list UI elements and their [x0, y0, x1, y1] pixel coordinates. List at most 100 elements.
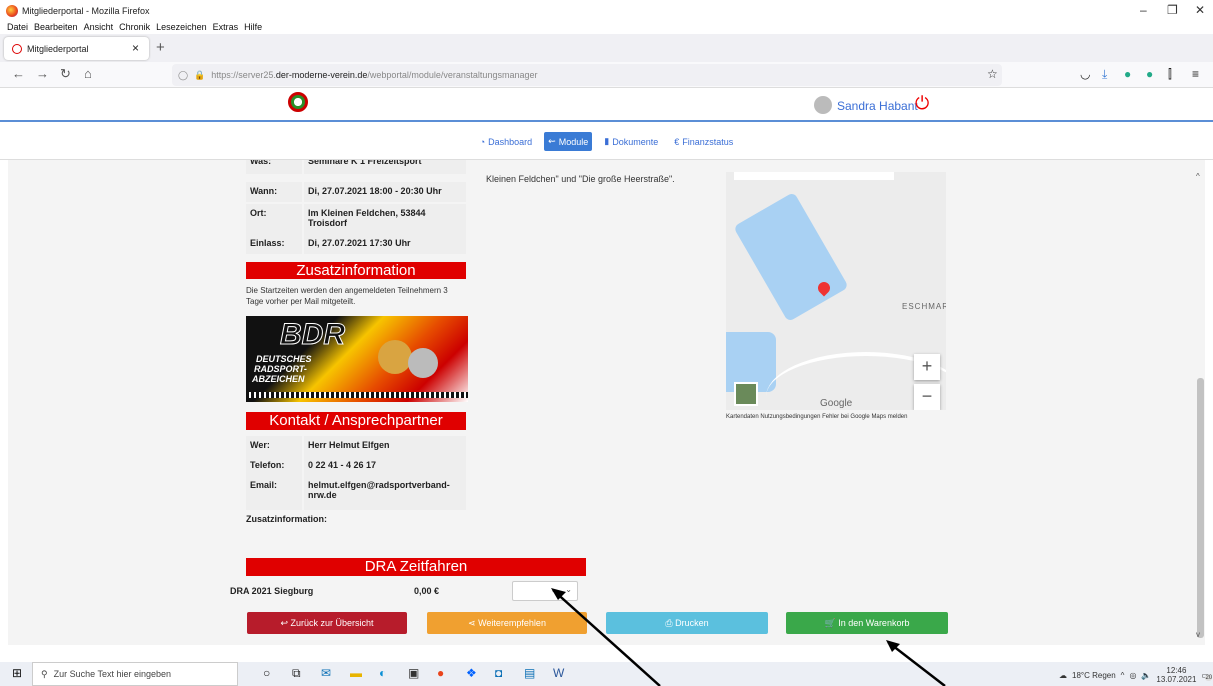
event-row-partial: Was: Seminare K 1 Freizeitsport	[246, 160, 466, 174]
logout-power-icon[interactable]: ⏻	[915, 93, 929, 114]
share-icon: ⋖	[468, 618, 479, 628]
site-logo[interactable]	[288, 92, 308, 112]
event-row-einlass: Einlass: Di, 27.07.2021 17:30 Uhr	[246, 234, 466, 254]
maximize-icon[interactable]: ❐	[1167, 3, 1178, 17]
window-titlebar: Mitgliederportal - Mozilla Firefox – ❐ ✕	[0, 0, 1213, 22]
menu-item-extras[interactable]: Extras	[213, 22, 239, 34]
home-icon[interactable]: ⌂	[84, 66, 92, 81]
dashboard-icon: ◔	[479, 136, 486, 147]
kontakt-header: Kontakt / Ansprechpartner	[246, 412, 466, 430]
site-header: Sandra Habant ⏻	[0, 88, 1213, 122]
firefox-taskbar-icon[interactable]: ●	[437, 666, 444, 680]
weather-icon: ☁	[1059, 670, 1067, 680]
tab-favicon-icon	[12, 43, 22, 54]
print-button[interactable]: ⎙ Drucken	[606, 612, 768, 634]
tab-close-icon[interactable]: ×	[132, 41, 139, 55]
volume-icon[interactable]: 🔈	[1141, 671, 1151, 680]
kontakt-row-wer: Wer: Herr Helmut Elfgen	[246, 436, 466, 456]
avatar[interactable]	[814, 96, 832, 114]
download-icon[interactable]: ⤓	[1102, 67, 1107, 82]
back-arrow-icon[interactable]: ←	[12, 66, 25, 81]
menu-item-bearbeiten[interactable]: Bearbeiten	[34, 22, 78, 34]
scrollbar[interactable]: ^ v	[1196, 168, 1205, 639]
mail-app-icon[interactable]: ✉	[321, 666, 331, 680]
menu-item-hilfe[interactable]: Hilfe	[244, 22, 262, 34]
outlook-app-icon[interactable]: ◘	[495, 666, 502, 680]
new-tab-icon[interactable]: +	[156, 39, 165, 56]
bdr-logo-line-1: DEUTSCHES	[256, 354, 312, 364]
scroll-up-icon[interactable]: ^	[1196, 172, 1200, 181]
recommend-button[interactable]: ⋖ Weiterempfehlen	[427, 612, 587, 634]
store-icon[interactable]: ▣	[408, 666, 419, 680]
explorer-icon[interactable]: ▬	[350, 666, 362, 680]
bdr-logo-line-2: RADSPORT-	[254, 364, 307, 374]
bookmark-star-icon[interactable]: ☆	[987, 67, 998, 81]
map-zoom-in-icon[interactable]: +	[914, 354, 940, 380]
print-icon: ⎙	[665, 618, 676, 628]
menu-item-ansicht[interactable]: Ansicht	[84, 22, 114, 34]
back-to-overview-button[interactable]: ↩ Zurück zur Übersicht	[247, 612, 407, 634]
main-nav: ◔ Dashboard ⇜ Module ▮ Dokumente € Finanzsta…	[0, 124, 1213, 160]
nav-dashboard[interactable]: ◔ Dashboard	[476, 133, 536, 151]
navigation-toolbar: ← → ↻ ⌂ ◯ 🔒 https://server25.der-moderne…	[0, 62, 1213, 88]
browser-tab[interactable]: Mitgliederportal ×	[4, 37, 149, 60]
url-bar[interactable]: ◯ 🔒 https://server25.der-moderne-verein.…	[172, 64, 1002, 86]
hamburger-menu-icon[interactable]: ≡	[1192, 67, 1199, 81]
add-to-cart-button[interactable]: 🛒 In den Warenkorb	[786, 612, 948, 634]
windows-start-icon[interactable]: ⊞	[12, 666, 22, 680]
notification-icon[interactable]: ▭20	[1201, 671, 1213, 681]
bdr-logo-text: BDR	[280, 318, 346, 352]
clock[interactable]: 12:46 13.07.2021	[1156, 666, 1196, 684]
event-detail-content: Was: Seminare K 1 Freizeitsport Wann: Di…	[8, 160, 1205, 645]
kontakt-row-telefon: Telefon: 0 22 41 - 4 26 17	[246, 456, 466, 476]
taskbar-search-input[interactable]: ⚲ Zur Suche Text hier eingeben	[32, 662, 238, 686]
weather-text[interactable]: 18°C Regen	[1072, 671, 1116, 680]
zusatzinfo-header: Zusatzinformation	[246, 262, 466, 279]
shield-icon: ◯	[178, 69, 189, 80]
scroll-down-icon[interactable]: v	[1196, 630, 1200, 639]
nav-finanzstatus[interactable]: € Finanzstatus	[670, 133, 737, 151]
task-view-icon[interactable]: ⧉	[292, 666, 301, 681]
map-lake	[733, 191, 849, 323]
sidebar-icon[interactable]: ⫿	[1168, 67, 1172, 82]
booking-item-name: DRA 2021 Siegburg	[230, 586, 314, 596]
extension2-icon[interactable]: ●	[1146, 67, 1153, 81]
edge-icon[interactable]: ◐	[379, 666, 386, 680]
menu-item-datei[interactable]: Datei	[7, 22, 28, 34]
map-footer[interactable]: Kartendaten Nutzungsbedingungen Fehler b…	[726, 414, 907, 420]
forward-arrow-icon[interactable]: →	[36, 66, 49, 81]
tray-chevron-icon[interactable]: ^	[1121, 671, 1125, 680]
dropbox-icon[interactable]: ❖	[466, 666, 477, 680]
windows-taskbar: ⊞ ⚲ Zur Suche Text hier eingeben ○ ⧉ ✉ ▬…	[0, 662, 1213, 686]
gold-medal-icon	[378, 340, 412, 374]
user-name[interactable]: Sandra Habant	[837, 99, 918, 113]
url-text: https://server25.der-moderne-verein.de/w…	[211, 70, 538, 80]
teams-icon[interactable]: ▤	[524, 666, 535, 680]
map-zoom-out-icon[interactable]: −	[914, 384, 940, 410]
document-icon: ▮	[604, 136, 610, 146]
pocket-icon[interactable]: ◡	[1080, 67, 1090, 81]
menu-item-lesezeichen[interactable]: Lesezeichen	[156, 22, 207, 34]
cortana-icon[interactable]: ○	[263, 666, 270, 680]
map-satellite-toggle[interactable]	[734, 382, 758, 406]
network-icon[interactable]: ◎	[1129, 671, 1136, 680]
reload-icon[interactable]: ↻	[60, 66, 71, 82]
event-row-wann: Wann: Di, 27.07.2021 18:00 - 20:30 Uhr	[246, 182, 466, 202]
kontakt-zusatz-label: Zusatzinformation:	[246, 514, 327, 524]
nav-dokumente[interactable]: ▮ Dokumente	[600, 132, 662, 151]
nav-module[interactable]: ⇜ Module	[544, 132, 593, 151]
menu-item-chronik[interactable]: Chronik	[119, 22, 150, 34]
word-icon[interactable]: W	[553, 666, 564, 680]
google-map[interactable]: ESCHMAR + − Google	[726, 172, 946, 410]
close-icon[interactable]: ✕	[1195, 3, 1205, 17]
minimize-icon[interactable]: –	[1140, 3, 1147, 17]
search-icon: ⚲	[41, 668, 48, 679]
scrollbar-thumb[interactable]	[1197, 378, 1204, 638]
silver-medal-icon	[408, 348, 438, 378]
tab-strip: Mitgliederportal × +	[0, 34, 1213, 62]
quantity-select[interactable]: ⌄	[512, 581, 578, 601]
map-search-box	[734, 172, 894, 180]
kontakt-row-email: Email: helmut.elfgen@radsportverband-nrw…	[246, 476, 466, 510]
extension-icon[interactable]: ●	[1124, 67, 1131, 81]
back-icon: ↩	[280, 618, 291, 628]
